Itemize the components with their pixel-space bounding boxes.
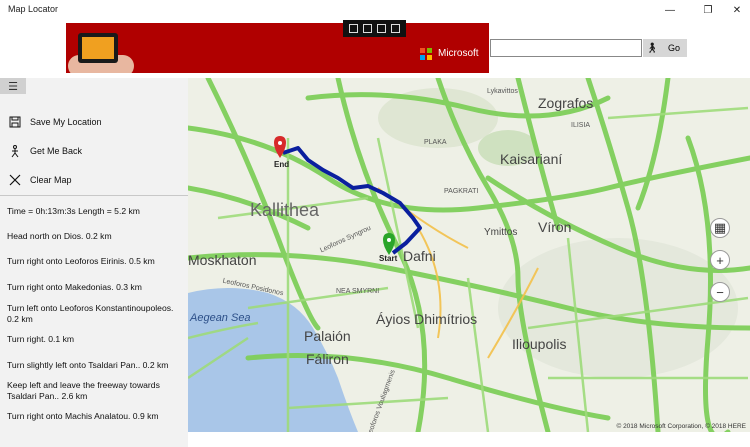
map-canvas <box>188 78 750 432</box>
direction-step: Turn slightly left onto Tsaldari Pan.. 0… <box>7 360 169 370</box>
map-view[interactable]: End Start Kallithea Moskhaton Dafni Víro… <box>188 78 750 432</box>
bottom-bar <box>188 432 750 447</box>
direction-step: Turn right onto Leoforos Eirinis. 0.5 km <box>7 256 155 266</box>
map-copyright: © 2018 Microsoft Corporation, © 2018 HER… <box>616 423 746 430</box>
maximize-button[interactable]: ❐ <box>692 0 724 20</box>
map-label-palaion: Palaión <box>304 328 351 344</box>
zoom-out-button[interactable]: − <box>710 282 730 302</box>
map-label-dafni: Dafni <box>403 248 436 264</box>
ad-banner[interactable]: Microsoft <box>66 23 489 73</box>
hamburger-icon[interactable]: ☰ <box>0 78 26 94</box>
person-walking-icon <box>8 144 22 158</box>
direction-step: Keep left and leave the freeway towards … <box>7 380 160 401</box>
ad-toolbar <box>343 20 406 37</box>
map-label-kallithea: Kallithea <box>250 200 320 220</box>
title-bar: Map Locator — ❐ ✕ <box>0 0 750 20</box>
direction-step: Turn left onto Leoforos Konstantinoupole… <box>7 303 174 324</box>
map-label-ayios: Áyios Dhimítrios <box>376 311 478 327</box>
save-my-location-button[interactable]: Save My Location <box>0 109 188 135</box>
clear-map-label: Clear Map <box>30 175 72 185</box>
divider <box>0 195 188 196</box>
map-label-aegean: Aegean Sea <box>190 312 251 324</box>
map-label-zografos: Zografos <box>538 95 594 111</box>
location-search-input[interactable] <box>490 39 642 57</box>
close-icon <box>8 173 22 187</box>
map-label-faliron: Fáliron <box>306 351 349 367</box>
direction-step: Turn right onto Makedonias. 0.3 km <box>7 282 142 292</box>
ad-brand-text: Microsoft <box>438 48 479 59</box>
sidebar: ☰ Save My Location Get Me Back Clear Map… <box>0 78 188 447</box>
close-button[interactable]: ✕ <box>721 0 750 20</box>
map-label-ilisia: ILISIA <box>571 122 591 129</box>
direction-step: Head north on Dios. 0.2 km <box>7 231 112 241</box>
ad-tool-icon[interactable] <box>377 24 387 33</box>
map-label-moskhaton: Moskhaton <box>188 252 257 268</box>
tablet-image <box>78 33 118 63</box>
minimize-button[interactable]: — <box>654 0 686 20</box>
map-label-vironas: Víron <box>538 219 572 235</box>
map-layers-button[interactable]: ▦ <box>710 218 730 238</box>
go-button[interactable]: Go <box>661 39 687 57</box>
ad-tool-icon[interactable] <box>391 24 401 33</box>
window-title: Map Locator <box>8 4 59 14</box>
map-label-kaisariani: Kaisarianí <box>500 151 563 167</box>
ad-tool-icon[interactable] <box>348 24 358 33</box>
save-icon <box>8 115 22 129</box>
route-summary: Time = 0h:13m:3s Length = 5.2 km <box>7 206 140 216</box>
map-label-ymittos: Ymittos <box>484 227 518 238</box>
end-label: End <box>274 160 290 169</box>
zoom-in-button[interactable]: + <box>710 250 730 270</box>
get-me-back-label: Get Me Back <box>30 146 83 156</box>
start-label: Start <box>379 254 398 263</box>
map-label-nea-smyrni: NEA SMYRNI <box>336 288 380 295</box>
map-label-pagkrati: PAGKRATI <box>444 188 479 195</box>
get-me-back-button[interactable]: Get Me Back <box>0 138 188 164</box>
save-my-location-label: Save My Location <box>30 117 102 127</box>
clear-map-button[interactable]: Clear Map <box>0 167 188 193</box>
microsoft-logo-icon <box>420 48 432 60</box>
map-label-ilioupolis: Ilioupolis <box>512 336 567 352</box>
direction-step: Turn right onto Machis Analatou. 0.9 km <box>7 411 159 421</box>
map-label-plaka: PLAKA <box>424 139 447 146</box>
ad-tool-icon[interactable] <box>362 24 372 33</box>
map-label-lykavittos: Lykavittos <box>487 88 518 95</box>
person-walking-icon[interactable]: 🚶︎ <box>643 39 661 57</box>
direction-step: Turn right. 0.1 km <box>7 334 75 344</box>
